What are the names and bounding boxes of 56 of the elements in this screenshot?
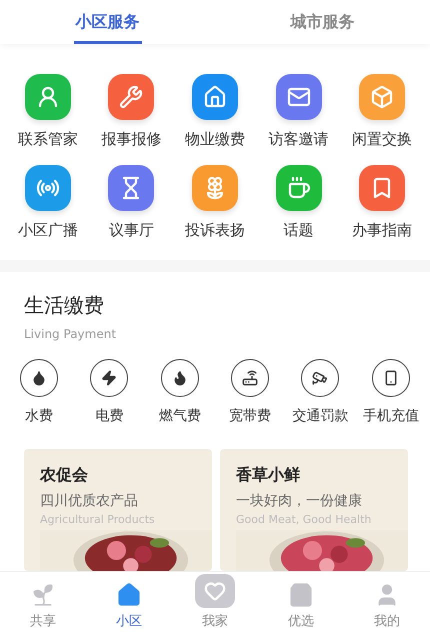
envelope-icon (286, 85, 311, 109)
payment-button[interactable] (90, 359, 128, 397)
payment-button[interactable] (372, 359, 410, 397)
payment-label: 燃气费 (158, 407, 201, 425)
payment-button[interactable] (160, 359, 199, 397)
flame-icon (172, 370, 188, 386)
payment-label: 交通罚款 (292, 407, 348, 425)
service-button[interactable] (359, 165, 406, 211)
card-subtitle: 一块好肉，一份健康 (236, 492, 363, 510)
service-button[interactable] (276, 74, 322, 120)
payment-button[interactable] (301, 359, 340, 397)
camera-icon (312, 370, 328, 386)
nav-tab[interactable]: 优选 (258, 572, 344, 636)
card-subtitle: 四川优质农产品 (40, 492, 139, 510)
tab[interactable]: 城市服务 (288, 4, 356, 44)
section-subtitle: Living Payment (23, 327, 118, 341)
payment-label: 宽带费 (229, 407, 272, 425)
phone-icon (382, 370, 399, 386)
lightning-icon (101, 370, 118, 386)
nav-tab[interactable]: 我家 (172, 572, 258, 636)
droplet-icon (31, 370, 48, 386)
service-label: 报事报修 (101, 130, 162, 149)
cup-icon (286, 176, 311, 200)
service-label: 访客邀请 (268, 130, 329, 149)
service-button[interactable] (276, 165, 322, 211)
wrench-icon (119, 85, 144, 109)
service-label: 联系管家 (18, 130, 78, 149)
service-label: 议事厅 (108, 221, 154, 240)
payment-label: 水费 (25, 407, 54, 425)
service-button[interactable] (192, 165, 238, 211)
service-button[interactable] (24, 74, 71, 120)
nav-tab[interactable]: 共享 (0, 572, 86, 636)
service-button[interactable] (359, 74, 406, 120)
payment-button[interactable] (20, 359, 58, 397)
payment-label: 手机充值 (362, 407, 419, 425)
house-icon (202, 85, 227, 109)
service-label: 话题 (284, 221, 314, 240)
nav-tab[interactable]: 我的 (344, 572, 430, 636)
service-label: 小区广播 (18, 221, 78, 240)
home-icon (116, 582, 142, 608)
section-title: 生活缴费 (23, 292, 105, 319)
payment-label: 电费 (95, 407, 124, 425)
service-label: 物业缴费 (184, 130, 245, 149)
service-label: 投诉表扬 (184, 221, 245, 240)
service-label: 办事指南 (352, 221, 412, 240)
router-icon (242, 370, 258, 386)
payment-button[interactable] (231, 359, 270, 397)
card-title: 农促会 (40, 465, 89, 486)
card-title: 香草小鲜 (236, 465, 301, 486)
service-label: 闲置交换 (352, 130, 412, 149)
service-button[interactable] (24, 165, 71, 211)
service-button[interactable] (108, 74, 154, 120)
box-icon (370, 85, 394, 109)
service-button[interactable] (108, 165, 154, 211)
service-button[interactable] (192, 74, 238, 120)
nav-tab[interactable]: 小区 (86, 572, 172, 636)
